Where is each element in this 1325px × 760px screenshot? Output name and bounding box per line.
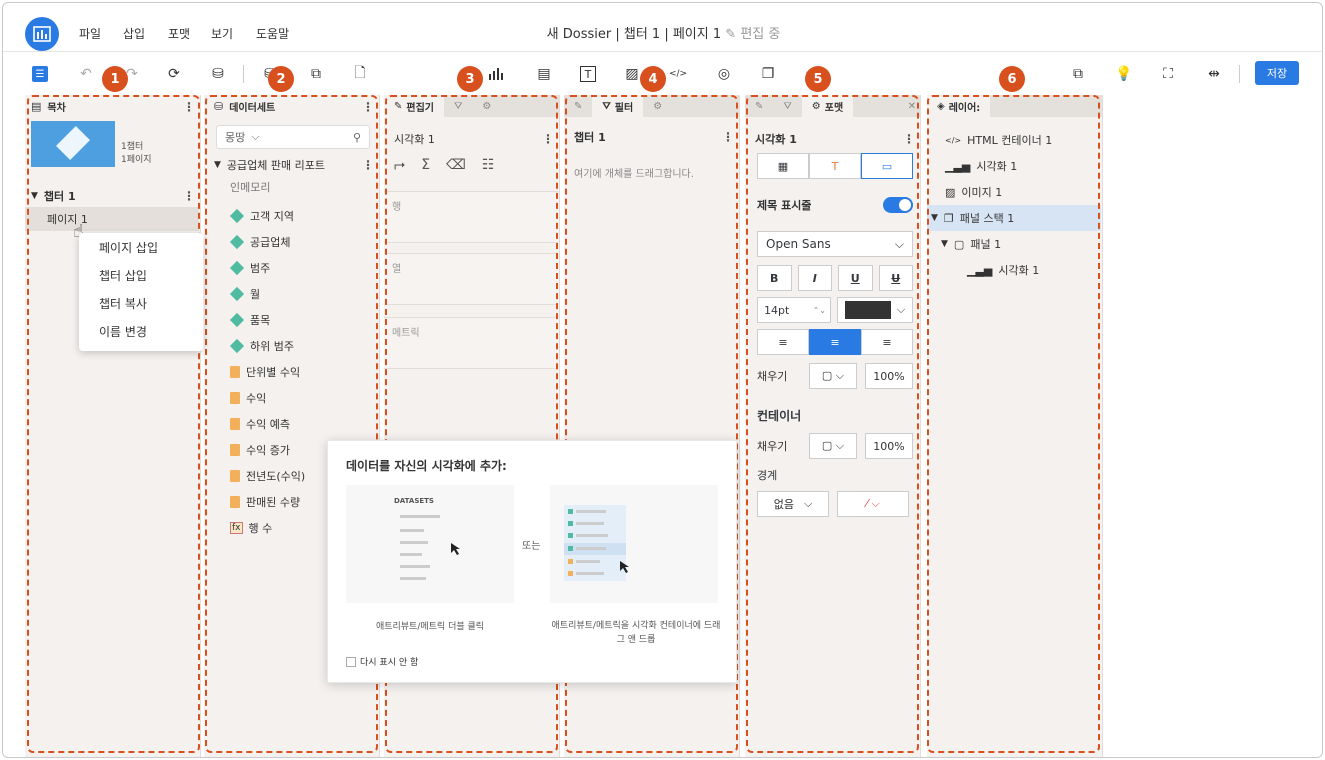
menubar-divider: [3, 51, 1322, 52]
callout-badge: 4: [640, 66, 666, 92]
popup-title: 데이터를 자신의 시각화에 추가:: [346, 459, 507, 473]
save-button[interactable]: 저장: [1255, 61, 1299, 85]
group-icon[interactable]: ⧉: [1067, 63, 1089, 85]
menu-view[interactable]: 보기: [211, 25, 233, 42]
dont-show-label: 다시 표시 안 함: [360, 658, 419, 668]
fit-icon[interactable]: ⛶: [1157, 63, 1179, 85]
menu-file[interactable]: 파일: [79, 25, 101, 42]
filter-control-icon[interactable]: ▤: [533, 63, 555, 85]
context-menu-duplicate-chapter[interactable]: 챕터 복사: [79, 289, 203, 317]
app-logo[interactable]: [25, 17, 59, 51]
illustration-drag-drop: [550, 485, 718, 603]
annotation-box-5: [746, 95, 919, 753]
page-context-menu: 페이지 삽입 챕터 삽입 챕터 복사 이름 변경: [79, 233, 203, 351]
visualization-icon[interactable]: [485, 63, 507, 85]
context-menu-rename[interactable]: 이름 변경: [79, 317, 203, 345]
callout-badge: 5: [805, 66, 831, 92]
panel-stack-icon[interactable]: ❐: [757, 63, 779, 85]
illustration-datasets-label: DATASETS: [394, 497, 434, 505]
add-data-icon[interactable]: ⛁: [207, 63, 229, 85]
popup-or-label: 또는: [522, 541, 541, 552]
annotation-box-6: [927, 95, 1100, 753]
new-chapter-icon[interactable]: ⧉: [305, 63, 327, 85]
undo-icon[interactable]: ↶: [75, 63, 97, 85]
html-icon[interactable]: </>: [667, 63, 689, 85]
menu-insert[interactable]: 삽입: [123, 25, 145, 42]
callout-badge: 2: [268, 66, 294, 92]
context-menu-insert-page[interactable]: 페이지 삽입: [79, 233, 203, 261]
app-window: 파일 삽입 포맷 보기 도움말 새 Dossier | 챕터 1 | 페이지 1…: [2, 2, 1323, 758]
text-icon[interactable]: T: [577, 63, 599, 85]
shape-icon[interactable]: ◎: [713, 63, 735, 85]
callout-badge: 6: [999, 66, 1025, 92]
document-title: 새 Dossier | 챕터 1 | 페이지 1 ✎ 편집 중: [3, 23, 1322, 42]
illustration-double-click: DATASETS: [346, 485, 514, 603]
ideas-icon[interactable]: 💡: [1113, 63, 1135, 85]
annotation-box-1: [27, 95, 200, 753]
toolbar-separator-2: [1239, 65, 1240, 83]
toc-toggle-icon[interactable]: ☰: [29, 63, 51, 85]
edit-state: 편집 중: [740, 27, 781, 42]
new-page-icon[interactable]: 🗋: [349, 63, 371, 85]
callout-badge: 3: [457, 66, 483, 92]
toolbar-separator: [243, 65, 244, 83]
illustration-list-right: [564, 505, 629, 581]
document-title-text: 새 Dossier | 챕터 1 | 페이지 1: [546, 27, 722, 42]
dont-show-checkbox[interactable]: [346, 656, 356, 667]
expand-icon[interactable]: ⇹: [1203, 63, 1225, 85]
refresh-icon[interactable]: ⟳: [163, 63, 185, 85]
callout-badge: 1: [102, 66, 128, 92]
dont-show-row[interactable]: 다시 표시 안 함: [346, 655, 418, 668]
illustration-list-left: [400, 515, 460, 580]
context-menu-insert-chapter[interactable]: 챕터 삽입: [79, 261, 203, 289]
menu-help[interactable]: 도움말: [256, 25, 289, 42]
pencil-icon: ✎: [725, 27, 737, 42]
popup-caption-left: 애트리뷰트/메트릭 더블 클릭: [375, 622, 485, 632]
menu-format[interactable]: 포맷: [168, 25, 190, 42]
add-data-hint-popup: 데이터를 자신의 시각화에 추가: DATASETS 또는 애트리뷰트/메트릭 …: [327, 440, 737, 683]
popup-caption-right: 애트리뷰트/메트릭을 시각화 컨테이너에 드래그 앤 드롭: [551, 621, 721, 645]
